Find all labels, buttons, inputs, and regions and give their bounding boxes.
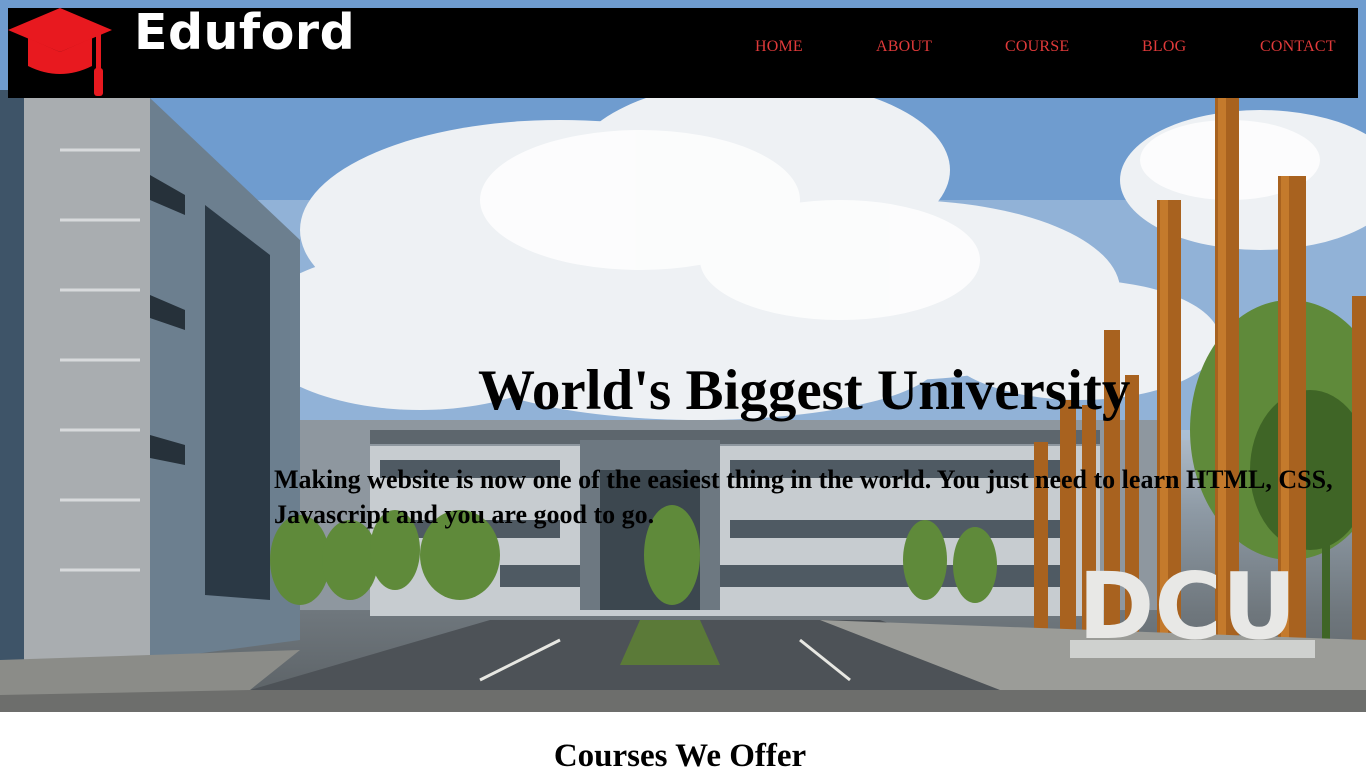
hero-description: Making website is now one of the easiest… [274, 465, 1333, 529]
top-navbar: Eduford HOME ABOUT COURSE BLOG CONTACT [8, 4, 1358, 98]
campus-background-image: DCU [0, 0, 1366, 712]
hero-section: DCU [0, 0, 1366, 712]
nav-link-course[interactable]: COURSE [1005, 38, 1069, 56]
nav-link-blog[interactable]: BLOG [1142, 38, 1186, 56]
nav-menu: HOME ABOUT COURSE BLOG CONTACT [8, 8, 1358, 98]
hero-title: World's Biggest University [478, 359, 1131, 422]
courses-heading-text: Courses We Offer [553, 738, 807, 774]
nav-link-contact[interactable]: CONTACT [1260, 38, 1336, 56]
courses-heading: Courses We Offer [0, 738, 1366, 775]
nav-link-about[interactable]: ABOUT [876, 38, 932, 56]
nav-link-home[interactable]: HOME [755, 38, 803, 56]
